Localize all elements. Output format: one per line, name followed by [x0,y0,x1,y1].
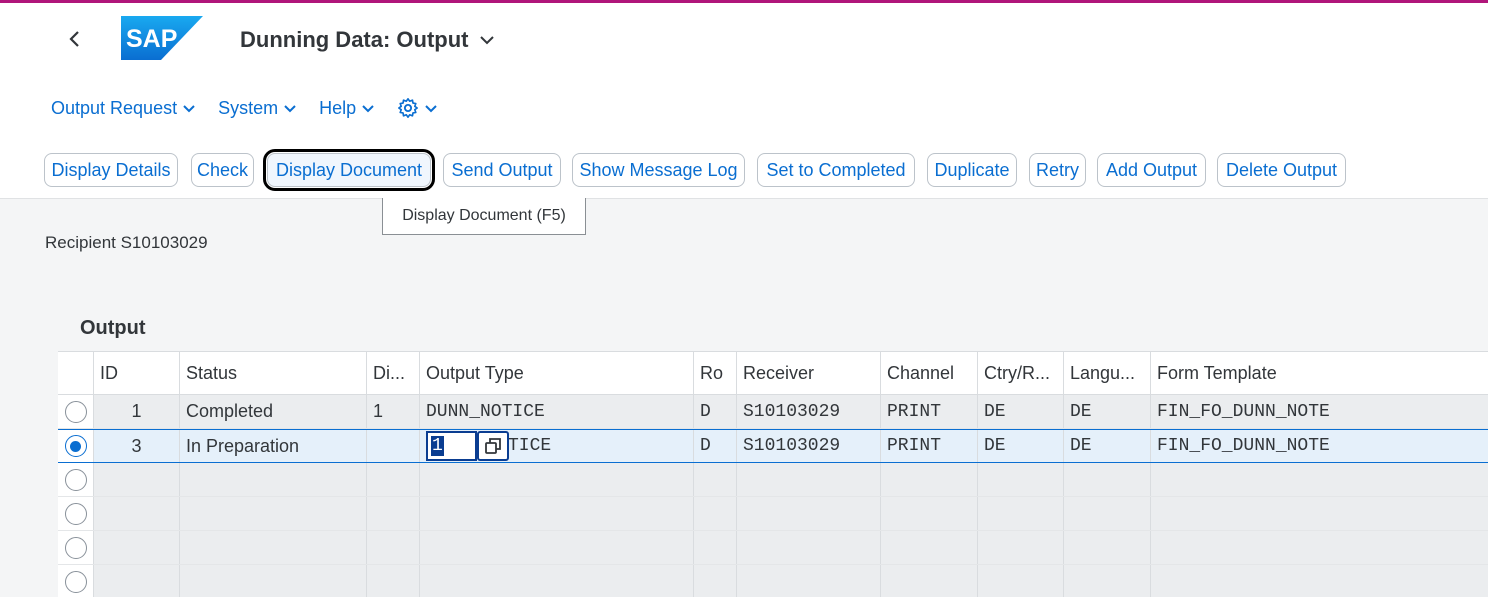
section-title: Output [80,317,146,339]
radio-button[interactable] [64,400,87,423]
column-header[interactable]: Receiver [737,352,881,394]
show-message-log-button[interactable]: Show Message Log [572,153,745,187]
sap-logo: SAP [121,16,203,60]
cell-status: Completed [180,395,367,428]
shell-header: SAP Dunning Data: Output Output Request … [0,0,1488,199]
table-row-empty [58,565,1488,597]
send-output-button[interactable]: Send Output [443,153,561,187]
retry-button[interactable]: Retry [1029,153,1086,187]
row-selector[interactable] [58,395,94,428]
cell-output-type: DUNN_NOTICE [420,395,694,428]
cell-form-template: FIN_FO_DUNN_NOTE [1157,436,1330,456]
radio-button-selected[interactable] [64,435,87,457]
cell-status: In Preparation [180,430,367,462]
radio-button[interactable] [64,502,87,525]
cell-country: DE [978,395,1064,428]
cell-form-template: FIN_FO_DUNN_NOTE [1157,401,1330,422]
recipient-label: Recipient S10103029 [45,233,208,252]
radio-button[interactable] [64,536,87,559]
row-selector[interactable] [58,497,94,530]
menu-bar: Output Request System Help [40,93,449,123]
cell-dispatch: 1 [367,395,420,428]
cell-language: DE [1064,430,1151,462]
table-header-row: ID Status Di... Output Type Ro Receiver … [58,351,1488,395]
add-output-button[interactable]: Add Output [1097,153,1206,187]
column-header[interactable]: ID [94,352,180,394]
set-to-completed-button[interactable]: Set to Completed [757,153,915,187]
cell-dispatch [367,430,420,462]
value-help-icon [485,438,501,454]
column-header[interactable]: Di... [367,352,420,394]
svg-text:SAP: SAP [126,25,177,53]
menu-help[interactable]: Help [308,93,386,123]
chevron-down-icon [284,104,296,112]
row-selector[interactable] [58,463,94,496]
table-row[interactable]: 3 In Preparation NN_NOTICE D S10103029 P… [58,429,1488,463]
column-header[interactable]: Ro [694,352,737,394]
cell-id: 1 [94,395,180,428]
radio-button[interactable] [64,570,87,593]
menu-system[interactable]: System [207,93,308,123]
display-details-button[interactable]: Display Details [44,153,178,187]
table-row-empty [58,497,1488,531]
dispatch-input[interactable]: 1 [426,431,477,461]
table-row[interactable]: 1 Completed 1 DUNN_NOTICE D S10103029 PR… [58,395,1488,429]
back-button[interactable] [62,25,88,53]
menu-label: Output Request [51,97,178,118]
chevron-down-icon [362,104,374,112]
column-header[interactable]: Form Template [1151,352,1488,394]
delete-output-button[interactable]: Delete Output [1217,153,1346,187]
cell-channel: PRINT [881,430,978,462]
check-button[interactable]: Check [191,153,254,187]
gear-icon [398,98,419,118]
display-document-button[interactable]: Display Document [263,149,435,191]
row-selector[interactable] [58,531,94,564]
input-value: 1 [431,436,444,456]
table-row-empty [58,463,1488,497]
row-selector[interactable] [58,565,94,597]
output-table: ID Status Di... Output Type Ro Receiver … [58,351,1488,597]
column-header[interactable]: Langu... [1064,352,1151,394]
cell-id: 3 [94,430,180,462]
cell-receiver: S10103029 [737,430,881,462]
chevron-down-icon [479,36,494,45]
table-row-empty [58,531,1488,565]
column-header[interactable]: Status [180,352,367,394]
duplicate-button[interactable]: Duplicate [927,153,1017,187]
menu-label: Help [319,97,357,118]
page-title: Dunning Data: Output [240,27,469,52]
chevron-left-icon [69,31,79,47]
chevron-down-icon [183,104,195,112]
column-header[interactable]: Output Type [420,352,694,394]
app-title-menu[interactable]: Dunning Data: Output [240,27,495,53]
column-header[interactable]: Channel [881,352,978,394]
row-selector[interactable] [58,430,94,462]
radio-button[interactable] [64,468,87,491]
cell-role: D [694,430,737,462]
cell-receiver: S10103029 [737,395,881,428]
cell-role: D [694,395,737,428]
select-all-header[interactable] [58,352,94,394]
chevron-down-icon [425,104,437,112]
menu-label: System [218,97,279,118]
value-help-button[interactable] [477,431,509,461]
cell-language: DE [1064,395,1151,428]
menu-output-request[interactable]: Output Request [40,93,207,123]
cell-channel: PRINT [881,395,978,428]
cell-country: DE [978,430,1064,462]
tooltip: Display Document (F5) [382,198,586,235]
column-header[interactable]: Ctry/R... [978,352,1064,394]
menu-settings[interactable] [386,93,449,123]
